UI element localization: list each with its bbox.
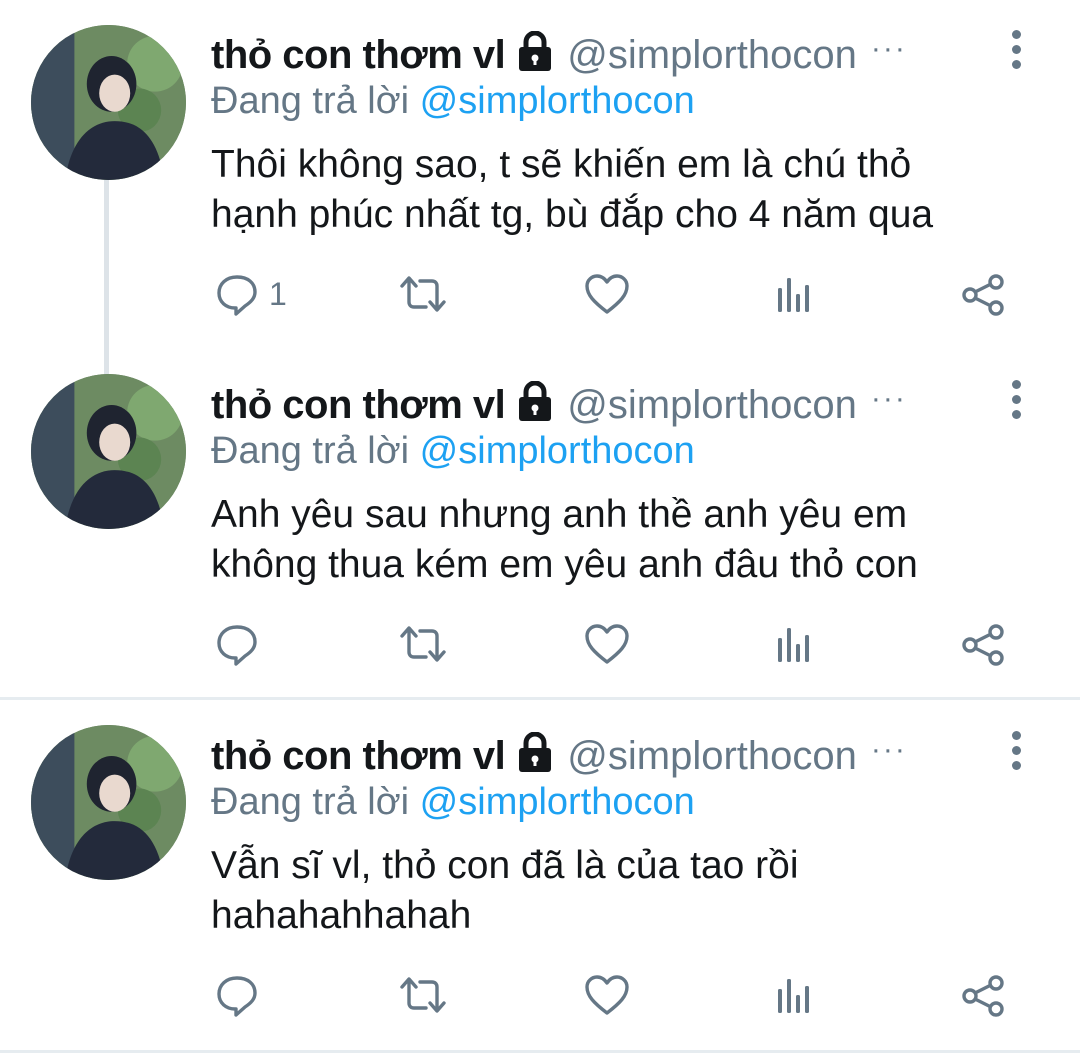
tweet-text: Vẫn sĩ vl, thỏ con đã là của tao rồi hah… [211, 841, 1051, 941]
reply-bubble-icon [217, 625, 257, 666]
heart-icon [585, 624, 629, 664]
reply-context: Đang trả lời @simplorthocon [211, 781, 695, 824]
reply-button[interactable] [215, 622, 269, 666]
heart-icon [585, 274, 629, 314]
tweet-text-line: Vẫn sĩ vl, thỏ con đã là của tao rồi [211, 844, 799, 887]
reply-bubble-icon [217, 275, 257, 316]
lock-icon [517, 380, 553, 421]
more-dots: ··· [870, 733, 907, 766]
reply-button[interactable] [215, 973, 269, 1017]
reply-count: 1 [269, 275, 287, 312]
user-avatar[interactable] [31, 725, 186, 880]
avatar-photo-icon [31, 25, 186, 180]
retweet-icon [400, 276, 446, 312]
heart-icon [585, 975, 629, 1015]
retweet-button[interactable] [396, 622, 450, 666]
reply-mention-link[interactable]: @simplorthocon [420, 430, 695, 472]
like-button[interactable] [584, 272, 630, 316]
user-handle[interactable]: @simplorthocon [567, 734, 857, 779]
analytics-bars-icon [778, 278, 809, 312]
more-dots: ··· [870, 382, 907, 415]
like-button[interactable] [584, 622, 630, 666]
tweet-text-line: hạnh phúc nhất tg, bù đắp cho 4 năm qua [211, 193, 934, 236]
tweet-text-line: Anh yêu sau nhưng anh thề anh yêu em [211, 493, 908, 536]
tweet-text-line: không thua kém em yêu anh đâu thỏ con [211, 543, 918, 586]
share-icon [962, 624, 1004, 666]
tweet[interactable]: thỏ con thơm vl @simplorthocon ··· Đang … [0, 350, 1080, 698]
analytics-bars-icon [778, 628, 809, 662]
tweet-text-line: hahahahhahah [211, 894, 472, 937]
tweet-text: Thôi không sao, t sẽ khiến em là chú thỏ… [211, 140, 1051, 240]
share-icon [962, 975, 1004, 1017]
retweet-icon [400, 977, 446, 1013]
user-handle[interactable]: @simplorthocon [567, 33, 857, 78]
tweet-divider [0, 1050, 1080, 1053]
reply-mention-link[interactable]: @simplorthocon [420, 80, 695, 122]
lock-icon [517, 30, 553, 71]
tweet-text: Anh yêu sau nhưng anh thề anh yêu em khô… [211, 490, 1051, 590]
avatar-photo-icon [31, 725, 186, 880]
tweet-actions [0, 973, 1080, 1033]
reply-prefix: Đang trả lời [211, 781, 410, 823]
like-button[interactable] [584, 973, 630, 1017]
tweet-actions [0, 622, 1080, 682]
more-dots: ··· [870, 32, 907, 65]
tweet-actions: 1 [0, 272, 1080, 332]
tweet-divider [0, 697, 1080, 700]
retweet-icon [400, 626, 446, 662]
tweet-text-line: Thôi không sao, t sẽ khiến em là chú thỏ [211, 143, 912, 186]
analytics-button[interactable] [775, 622, 815, 666]
display-name[interactable]: thỏ con thơm vl [211, 383, 506, 428]
retweet-button[interactable] [396, 973, 450, 1017]
share-button[interactable] [960, 622, 1006, 668]
reply-mention-link[interactable]: @simplorthocon [420, 781, 695, 823]
vertical-dots-menu-icon[interactable] [1004, 731, 1028, 775]
share-button[interactable] [960, 272, 1006, 318]
share-button[interactable] [960, 973, 1006, 1019]
lock-icon [517, 731, 553, 772]
tweet[interactable]: thỏ con thơm vl @simplorthocon ··· Đang … [0, 701, 1080, 1055]
display-name[interactable]: thỏ con thơm vl [211, 33, 506, 78]
user-avatar[interactable] [31, 374, 186, 529]
reply-context: Đang trả lời @simplorthocon [211, 430, 695, 473]
reply-button[interactable]: 1 [215, 272, 287, 316]
analytics-button[interactable] [775, 973, 815, 1017]
reply-prefix: Đang trả lời [211, 430, 410, 472]
analytics-bars-icon [778, 979, 809, 1013]
analytics-button[interactable] [775, 272, 815, 316]
user-handle[interactable]: @simplorthocon [567, 383, 857, 428]
vertical-dots-menu-icon[interactable] [1004, 380, 1028, 424]
vertical-dots-menu-icon[interactable] [1004, 30, 1028, 74]
reply-bubble-icon [217, 976, 257, 1017]
reply-prefix: Đang trả lời [211, 80, 410, 122]
reply-context: Đang trả lời @simplorthocon [211, 80, 695, 123]
share-icon [962, 274, 1004, 316]
user-avatar[interactable] [31, 25, 186, 180]
display-name[interactable]: thỏ con thơm vl [211, 734, 506, 779]
retweet-button[interactable] [396, 272, 450, 316]
tweet[interactable]: thỏ con thơm vl @simplorthocon ··· Đang … [0, 0, 1080, 350]
avatar-photo-icon [31, 374, 186, 529]
